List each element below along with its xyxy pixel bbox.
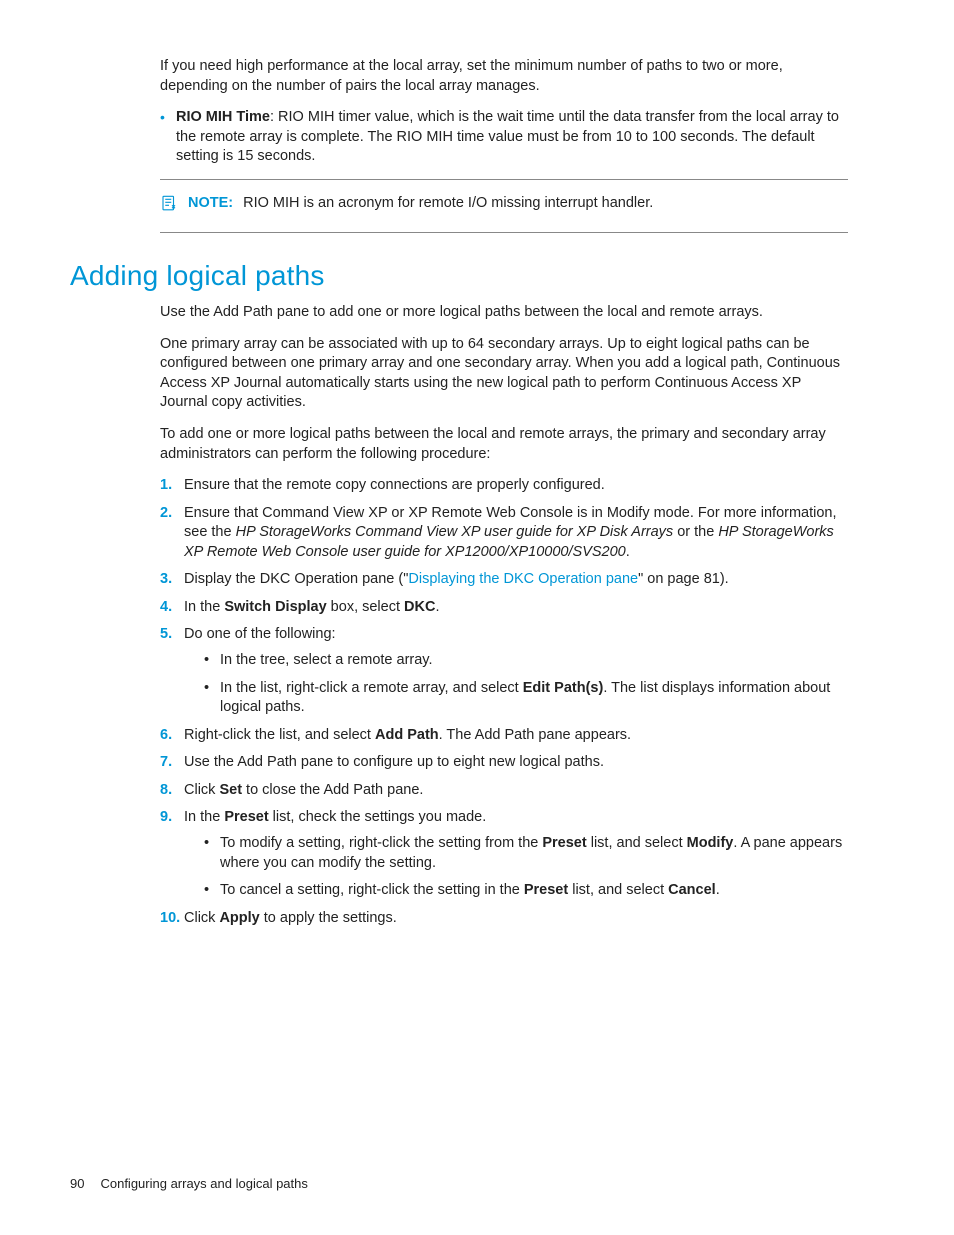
step-6-post: . The Add Path pane appears. bbox=[439, 727, 631, 743]
step-5: Do one of the following: In the tree, se… bbox=[160, 625, 848, 717]
step-4-end: . bbox=[435, 599, 439, 615]
s9s1-d: Modify bbox=[687, 835, 734, 851]
step-5-sub2: In the list, right-click a remote array,… bbox=[204, 679, 848, 718]
step-4: In the Switch Display box, select DKC. bbox=[160, 598, 848, 618]
step-3-pre: Display the DKC Operation pane (" bbox=[184, 571, 408, 587]
s9s2-d: Cancel bbox=[668, 882, 716, 898]
step-7-text: Use the Add Path pane to configure up to… bbox=[184, 754, 604, 770]
s9s1-a: To modify a setting, right-click the set… bbox=[220, 835, 542, 851]
step-4-mid: box, select bbox=[327, 599, 404, 615]
step-9: In the Preset list, check the settings y… bbox=[160, 808, 848, 900]
step-1: Ensure that the remote copy connections … bbox=[160, 476, 848, 496]
step-2-end: . bbox=[626, 544, 630, 560]
page-footer: 90 Configuring arrays and logical paths bbox=[70, 1175, 308, 1193]
step-4-dkc: DKC bbox=[404, 599, 435, 615]
step-5-sub1-text: In the tree, select a remote array. bbox=[220, 652, 433, 668]
step-2: Ensure that Command View XP or XP Remote… bbox=[160, 504, 848, 563]
s9s2-c: list, and select bbox=[568, 882, 668, 898]
intro-paragraph: If you need high performance at the loca… bbox=[160, 57, 848, 96]
section-heading: Adding logical paths bbox=[70, 257, 848, 295]
body-p2: One primary array can be associated with… bbox=[160, 335, 848, 413]
footer-title: Configuring arrays and logical paths bbox=[100, 1176, 307, 1191]
step-6-add: Add Path bbox=[375, 727, 439, 743]
step-8-pre: Click bbox=[184, 782, 219, 798]
step-4-pre: In the bbox=[184, 599, 224, 615]
body-p1: Use the Add Path pane to add one or more… bbox=[160, 303, 848, 323]
step-9-sub1: To modify a setting, right-click the set… bbox=[204, 834, 848, 873]
step-8-post: to close the Add Path pane. bbox=[242, 782, 423, 798]
note-text: RIO MIH is an acronym for remote I/O mis… bbox=[243, 195, 653, 211]
s9s2-b: Preset bbox=[524, 882, 568, 898]
rio-mih-label: RIO MIH Time bbox=[176, 109, 270, 125]
step-3: Display the DKC Operation pane ("Display… bbox=[160, 570, 848, 590]
rio-mih-text: : RIO MIH timer value, which is the wait… bbox=[176, 109, 839, 164]
step-10: Click Apply to apply the settings. bbox=[160, 909, 848, 929]
rio-mih-bullet: RIO MIH Time: RIO MIH timer value, which… bbox=[160, 108, 848, 167]
bullet-icon bbox=[160, 108, 176, 167]
s9s1-c: list, and select bbox=[587, 835, 687, 851]
step-5-sub2-pre: In the list, right-click a remote array,… bbox=[220, 680, 523, 696]
step-5-sub2-edit: Edit Path(s) bbox=[523, 680, 604, 696]
body-p3: To add one or more logical paths between… bbox=[160, 425, 848, 464]
s9s2-a: To cancel a setting, right-click the set… bbox=[220, 882, 524, 898]
s9s1-b: Preset bbox=[542, 835, 586, 851]
step-9-post: list, check the settings you made. bbox=[269, 809, 487, 825]
page-number: 90 bbox=[70, 1176, 84, 1191]
step-6-pre: Right-click the list, and select bbox=[184, 727, 375, 743]
step-2-doc1: HP StorageWorks Command View XP user gui… bbox=[236, 524, 674, 540]
step-2-mid: or the bbox=[673, 524, 718, 540]
step-10-post: to apply the settings. bbox=[260, 910, 397, 926]
step-4-switch: Switch Display bbox=[224, 599, 326, 615]
note-label: NOTE: bbox=[188, 195, 233, 211]
step-9-pre: In the bbox=[184, 809, 224, 825]
step-8-set: Set bbox=[219, 782, 242, 798]
step-3-link[interactable]: Displaying the DKC Operation pane bbox=[408, 571, 638, 587]
step-10-pre: Click bbox=[184, 910, 219, 926]
step-6: Right-click the list, and select Add Pat… bbox=[160, 726, 848, 746]
step-3-post: " on page 81). bbox=[638, 571, 729, 587]
step-9-preset: Preset bbox=[224, 809, 268, 825]
step-9-sub2: To cancel a setting, right-click the set… bbox=[204, 881, 848, 901]
note-block: NOTE: RIO MIH is an acronym for remote I/… bbox=[160, 179, 848, 234]
step-1-text: Ensure that the remote copy connections … bbox=[184, 477, 605, 493]
note-icon bbox=[160, 194, 188, 219]
step-5-text: Do one of the following: bbox=[184, 626, 336, 642]
s9s2-e: . bbox=[716, 882, 720, 898]
step-8: Click Set to close the Add Path pane. bbox=[160, 781, 848, 801]
step-7: Use the Add Path pane to configure up to… bbox=[160, 753, 848, 773]
step-5-sub1: In the tree, select a remote array. bbox=[204, 651, 848, 671]
step-10-apply: Apply bbox=[219, 910, 259, 926]
